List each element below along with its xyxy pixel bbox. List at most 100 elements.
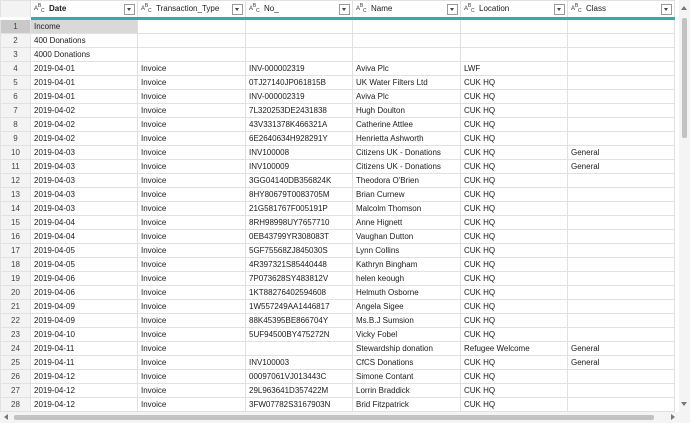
cell-class[interactable] [567,397,675,412]
cell-transaction-type[interactable]: Invoice [137,159,246,174]
vertical-scrollbar[interactable] [679,0,690,412]
cell-location[interactable]: CUK HQ [460,75,568,90]
cell-date[interactable]: 400 Donations [30,33,138,48]
table-row[interactable]: 15 2019-04-04 Invoice 8RH98998UY7657710 Anne… [0,215,675,230]
cell-class[interactable] [567,61,675,76]
cell-date[interactable]: 2019-04-05 [30,257,138,272]
cell-date[interactable]: 2019-04-03 [30,145,138,160]
text-type-icon[interactable]: ABC [571,3,586,14]
cell-name[interactable]: Catherine Attlee [352,117,461,132]
cell-name[interactable]: Angela Sigee [352,299,461,314]
cell-transaction-type[interactable]: Invoice [137,285,246,300]
cell-name[interactable]: Henrietta Ashworth [352,131,461,146]
row-number[interactable]: 13 [0,187,31,202]
cell-date[interactable]: 2019-04-04 [30,229,138,244]
cell-date[interactable]: 2019-04-12 [30,369,138,384]
cell-transaction-type[interactable]: Invoice [137,299,246,314]
cell-class[interactable] [567,103,675,118]
cell-location[interactable]: CUK HQ [460,145,568,160]
cell-class[interactable] [567,369,675,384]
filter-dropdown-icon[interactable] [124,3,135,15]
table-row[interactable]: 10 2019-04-03 Invoice INV100008 Citizens UK … [0,145,675,160]
cell-transaction-type[interactable]: Invoice [137,397,246,412]
scroll-right-icon[interactable] [671,414,675,420]
cell-class[interactable] [567,187,675,202]
cell-name[interactable]: Aviva Plc [352,61,461,76]
cell-class[interactable]: General [567,145,675,160]
cell-location[interactable]: CUK HQ [460,173,568,188]
cell-no-[interactable]: 0EB43799YR308083T [245,229,353,244]
cell-date[interactable]: 2019-04-03 [30,173,138,188]
cell-location[interactable]: CUK HQ [460,159,568,174]
cell-no-[interactable]: 88K45395BE866704Y [245,313,353,328]
row-number[interactable]: 23 [0,327,31,342]
table-row[interactable]: 11 2019-04-03 Invoice INV100009 Citizens UK … [0,159,675,174]
cell-date[interactable]: 2019-04-06 [30,271,138,286]
table-row[interactable]: 28 2019-04-12 Invoice 3FW07782S3167903N Brid… [0,397,675,412]
cell-class[interactable] [567,33,675,48]
cell-date[interactable]: 2019-04-10 [30,327,138,342]
cell-location[interactable]: CUK HQ [460,257,568,272]
cell-name[interactable] [352,18,461,34]
cell-transaction-type[interactable]: Invoice [137,215,246,230]
cell-location[interactable]: CUK HQ [460,215,568,230]
table-row[interactable]: 16 2019-04-04 Invoice 0EB43799YR308083T Vaug… [0,229,675,244]
cell-no-[interactable]: INV100009 [245,159,353,174]
cell-class[interactable]: General [567,341,675,356]
cell-no-[interactable]: 3FW07782S3167903N [245,397,353,412]
cell-transaction-type[interactable]: Invoice [137,243,246,258]
table-row[interactable]: 7 2019-04-02 Invoice 7L320253DE2431838 Hugh … [0,103,675,118]
cell-transaction-type[interactable]: Invoice [137,271,246,286]
cell-transaction-type[interactable]: Invoice [137,313,246,328]
table-row[interactable]: 26 2019-04-12 Invoice 00097061VJ013443C Simo… [0,369,675,384]
cell-date[interactable]: 2019-04-11 [30,341,138,356]
cell-location[interactable]: CUK HQ [460,355,568,370]
cell-no-[interactable] [245,47,353,62]
row-number[interactable]: 11 [0,159,31,174]
cell-location[interactable]: CUK HQ [460,383,568,398]
filter-dropdown-icon[interactable] [232,3,243,15]
cell-no-[interactable]: INV-000002319 [245,61,353,76]
cell-no-[interactable]: INV-000002319 [245,89,353,104]
cell-class[interactable] [567,117,675,132]
cell-location[interactable]: CUK HQ [460,313,568,328]
vertical-scroll-thumb[interactable] [682,18,687,138]
table-row[interactable]: 9 2019-04-02 Invoice 6E2640634H928291Y Henri… [0,131,675,146]
table-row[interactable]: 12 2019-04-03 Invoice 3GG04140DB356824K Theo… [0,173,675,188]
row-number[interactable]: 15 [0,215,31,230]
column-header-no-[interactable]: ABC No_ [245,0,353,20]
cell-no-[interactable]: 29L963641D357422M [245,383,353,398]
table-row[interactable]: 4 2019-04-01 Invoice INV-000002319 Aviva Plc… [0,61,675,76]
scroll-left-icon[interactable] [4,414,8,420]
cell-date[interactable]: 2019-04-02 [30,131,138,146]
cell-class[interactable] [567,299,675,314]
cell-no-[interactable]: 00097061VJ013443C [245,369,353,384]
cell-location[interactable] [460,33,568,48]
row-number[interactable]: 24 [0,341,31,356]
cell-class[interactable] [567,18,675,34]
cell-date[interactable]: 2019-04-11 [30,355,138,370]
cell-no-[interactable]: 3GG04140DB356824K [245,173,353,188]
cell-no-[interactable]: 4R397321S85440448 [245,257,353,272]
cell-no-[interactable]: 5GF75568ZJ845030S [245,243,353,258]
table-row[interactable]: 27 2019-04-12 Invoice 29L963641D357422M Lorr… [0,383,675,398]
table-row[interactable]: 6 2019-04-01 Invoice INV-000002319 Aviva Plc… [0,89,675,104]
cell-location[interactable]: CUK HQ [460,229,568,244]
cell-location[interactable]: CUK HQ [460,271,568,286]
cell-class[interactable] [567,271,675,286]
row-number[interactable]: 17 [0,243,31,258]
cell-class[interactable] [567,313,675,328]
cell-transaction-type[interactable]: Invoice [137,187,246,202]
row-number[interactable]: 14 [0,201,31,216]
column-header-date[interactable]: ABC Date [30,0,138,20]
cell-date[interactable]: 2019-04-09 [30,313,138,328]
cell-class[interactable] [567,257,675,272]
cell-transaction-type[interactable]: Invoice [137,103,246,118]
cell-class[interactable] [567,131,675,146]
cell-no-[interactable]: 5UF94500BY475272N [245,327,353,342]
table-row[interactable]: 25 2019-04-11 Invoice INV100003 CfCS Donatio… [0,355,675,370]
cell-date[interactable]: 2019-04-03 [30,201,138,216]
cell-location[interactable]: CUK HQ [460,89,568,104]
cell-transaction-type[interactable] [137,18,246,34]
cell-name[interactable]: Helmuth Osborne [352,285,461,300]
